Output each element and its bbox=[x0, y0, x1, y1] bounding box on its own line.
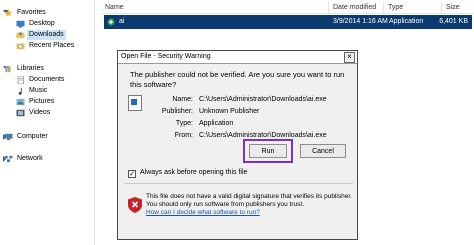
signature-warning: This file does not have a valid digital … bbox=[146, 193, 352, 217]
downloads-folder-icon bbox=[16, 32, 25, 39]
file-size: 6,401 KB bbox=[439, 18, 468, 25]
application-icon bbox=[107, 18, 115, 26]
network-icon bbox=[4, 155, 13, 163]
column-header-type[interactable]: Type bbox=[384, 2, 442, 13]
name-value: C:\Users\Administrator\Downloads\ai.exe bbox=[199, 96, 327, 103]
videos-icon bbox=[16, 109, 25, 117]
documents-icon bbox=[17, 76, 25, 84]
shield-warning-icon bbox=[128, 197, 142, 213]
publisher-label: Publisher: bbox=[161, 108, 193, 115]
always-ask-checkbox[interactable]: ✓ bbox=[128, 170, 136, 178]
file-type: Application bbox=[389, 18, 424, 25]
nav-music-label: Music bbox=[29, 87, 48, 94]
from-value: C:\Users\Administrator\Downloads\ai.exe bbox=[199, 132, 327, 139]
nav-documents-label: Documents bbox=[29, 76, 65, 83]
pane-divider[interactable] bbox=[94, 0, 95, 245]
always-ask-label[interactable]: Always ask before opening this file bbox=[140, 169, 247, 176]
dialog-titlebar[interactable]: Open File - Security Warning × bbox=[118, 51, 357, 64]
nav-pictures-label: Pictures bbox=[29, 98, 55, 105]
dialog-separator bbox=[124, 183, 353, 184]
column-header-size[interactable]: Size bbox=[442, 2, 474, 13]
column-header-date[interactable]: Date modified bbox=[329, 2, 384, 13]
nav-videos-label: Videos bbox=[29, 109, 51, 116]
header-divider bbox=[101, 13, 474, 14]
close-icon[interactable]: × bbox=[344, 52, 355, 63]
computer-icon bbox=[4, 133, 13, 141]
file-row[interactable]: ai 3/9/2014 1:16 AM Application 6,401 KB bbox=[104, 15, 472, 29]
dialog-title: Open File - Security Warning bbox=[121, 53, 211, 60]
music-icon bbox=[18, 87, 22, 95]
publisher-value: Unknown Publisher bbox=[199, 108, 260, 115]
nav-recent-places-label: Recent Places bbox=[29, 42, 75, 49]
file-name: ai bbox=[119, 18, 125, 25]
nav-network-label: Network bbox=[17, 155, 43, 162]
star-icon bbox=[4, 9, 13, 17]
name-label: Name: bbox=[172, 96, 193, 103]
nav-libraries-label: Libraries bbox=[17, 65, 44, 72]
libraries-icon bbox=[5, 65, 11, 73]
nav-downloads-label: Downloads bbox=[27, 30, 66, 40]
type-value: Application bbox=[199, 120, 234, 127]
warning-message: The publisher could not be verified. Are… bbox=[130, 70, 345, 89]
cancel-button[interactable]: Cancel bbox=[300, 144, 346, 158]
type-label: Type: bbox=[175, 120, 193, 127]
from-label: From: bbox=[174, 132, 193, 139]
signature-warning-text: This file does not have a valid digital … bbox=[146, 193, 352, 208]
desktop-icon bbox=[16, 20, 25, 28]
file-date: 3/9/2014 1:16 AM bbox=[333, 18, 388, 25]
pictures-icon bbox=[16, 98, 25, 106]
recent-places-icon bbox=[16, 43, 25, 50]
run-button[interactable]: Run bbox=[249, 144, 287, 158]
nav-favorites-label: Favorites bbox=[17, 9, 46, 16]
help-link[interactable]: How can I decide what software to run? bbox=[146, 209, 260, 216]
file-app-icon bbox=[128, 95, 142, 111]
column-header-name[interactable]: Name bbox=[101, 2, 329, 13]
navigation-pane: Favorites Desktop Downloads Recent Place… bbox=[0, 0, 94, 245]
nav-computer-label: Computer bbox=[17, 133, 48, 140]
security-warning-dialog: Open File - Security Warning × The publi… bbox=[117, 50, 358, 240]
nav-desktop-label: Desktop bbox=[29, 20, 55, 27]
